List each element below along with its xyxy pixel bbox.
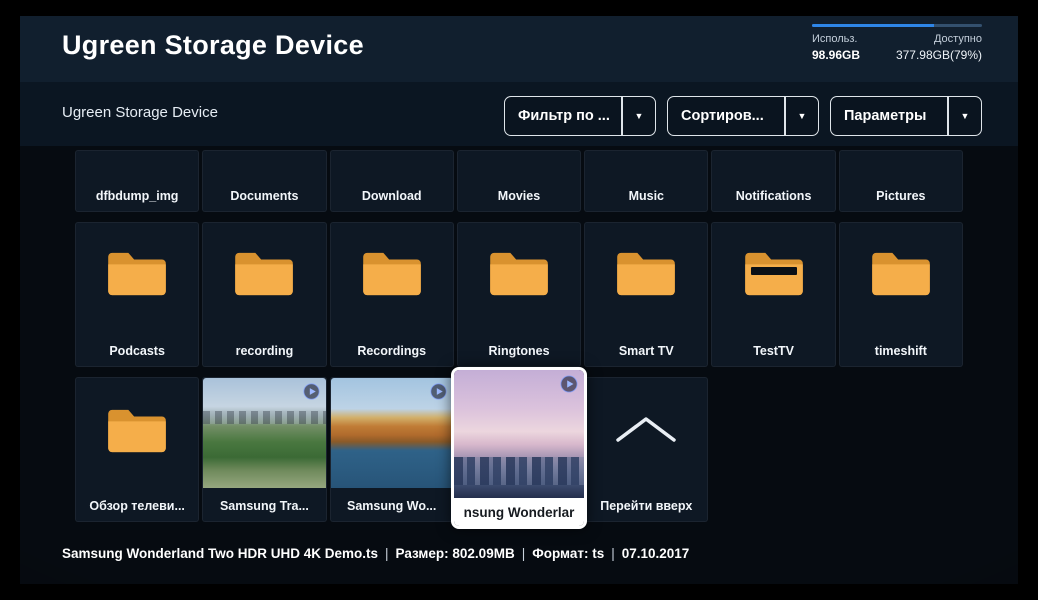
go-up-tile[interactable]: Перейти вверх — [584, 377, 708, 522]
chevron-down-icon: ▼ — [949, 111, 981, 121]
folder-icon — [870, 249, 932, 297]
video-thumbnail — [203, 378, 325, 488]
play-icon — [430, 383, 447, 400]
chevron-down-icon: ▼ — [623, 111, 655, 121]
grid-row-3: Обзор телеви... Samsung Tra... Samsung W… — [75, 377, 963, 522]
storage-usage-bar — [812, 24, 982, 27]
grid-row-2: Podcasts recording Recordings Ringtones … — [75, 222, 963, 367]
folder-tile[interactable]: Notifications — [711, 150, 835, 212]
status-date: 07.10.2017 — [622, 546, 690, 561]
selected-tile-frame: nsung Wonderlar — [451, 367, 587, 529]
toolbar-buttons: Фильтр по ... ▼ Сортиров... ▼ Параметры … — [504, 96, 982, 136]
folder-tile[interactable]: Smart TV — [584, 222, 708, 367]
folder-tile[interactable]: TestTV — [711, 222, 835, 367]
folder-icon — [106, 406, 168, 454]
grid-row-1: dfbdump_img Documents Download Movies Mu… — [75, 150, 963, 212]
sort-dropdown[interactable]: Сортиров... ▼ — [667, 96, 819, 136]
storage-available-value: 377.98GB(79%) — [896, 48, 982, 62]
status-separator: | — [522, 546, 526, 561]
folder-icon — [615, 249, 677, 297]
video-tile[interactable]: Samsung Wo... — [330, 377, 454, 522]
sort-dropdown-label: Сортиров... — [668, 108, 784, 124]
folder-icon — [106, 249, 168, 297]
video-tile[interactable]: Samsung Tra... — [202, 377, 326, 522]
play-icon — [560, 375, 578, 393]
folder-stripe — [751, 267, 797, 275]
storage-used-label: Использ. — [812, 33, 858, 45]
video-thumbnail — [331, 378, 453, 488]
play-icon — [303, 383, 320, 400]
folder-tile[interactable]: Pictures — [839, 150, 963, 212]
folder-icon — [233, 249, 295, 297]
header: Ugreen Storage Device Использ. Доступно … — [20, 16, 1018, 82]
folder-tile[interactable]: Music — [584, 150, 708, 212]
folder-tile[interactable]: dfbdump_img — [75, 150, 199, 212]
breadcrumb: Ugreen Storage Device — [62, 104, 218, 121]
status-separator: | — [611, 546, 615, 561]
folder-tile[interactable]: timeshift — [839, 222, 963, 367]
folder-tile[interactable]: Обзор телеви... — [75, 377, 199, 522]
params-dropdown[interactable]: Параметры ▼ — [830, 96, 982, 136]
status-separator: | — [385, 546, 389, 561]
filter-dropdown[interactable]: Фильтр по ... ▼ — [504, 96, 656, 136]
folder-icon — [488, 249, 550, 297]
folder-tile[interactable]: recording — [202, 222, 326, 367]
status-filename: Samsung Wonderland Two HDR UHD 4K Demo.t… — [62, 546, 378, 561]
params-dropdown-label: Параметры — [831, 108, 947, 124]
folder-icon — [361, 249, 423, 297]
page-title: Ugreen Storage Device — [62, 30, 364, 61]
folder-tile[interactable]: Movies — [457, 150, 581, 212]
video-tile-selected[interactable]: nsung Wonderlar — [457, 377, 581, 522]
storage-usage-bar-fill — [812, 24, 934, 27]
storage-available-label: Доступно — [934, 33, 982, 45]
folder-tile[interactable]: Podcasts — [75, 222, 199, 367]
storage-used-value: 98.96GB — [812, 48, 860, 62]
folder-tile[interactable]: Ringtones — [457, 222, 581, 367]
chevron-down-icon: ▼ — [786, 111, 818, 121]
chevron-up-icon — [614, 416, 678, 442]
video-thumbnail — [454, 370, 584, 498]
storage-summary: Использ. Доступно 98.96GB 377.98GB(79%) — [812, 24, 982, 62]
selected-tile-label: nsung Wonderlar — [454, 498, 584, 526]
folder-tile[interactable]: Recordings — [330, 222, 454, 367]
screen: Ugreen Storage Device Использ. Доступно … — [20, 16, 1018, 584]
folder-tile[interactable]: Documents — [202, 150, 326, 212]
filter-dropdown-label: Фильтр по ... — [505, 108, 621, 124]
status-format: Формат: ts — [532, 546, 604, 561]
statusbar: Samsung Wonderland Two HDR UHD 4K Demo.t… — [62, 546, 689, 561]
status-size: Размер: 802.09MB — [396, 546, 515, 561]
folder-tile[interactable]: Download — [330, 150, 454, 212]
